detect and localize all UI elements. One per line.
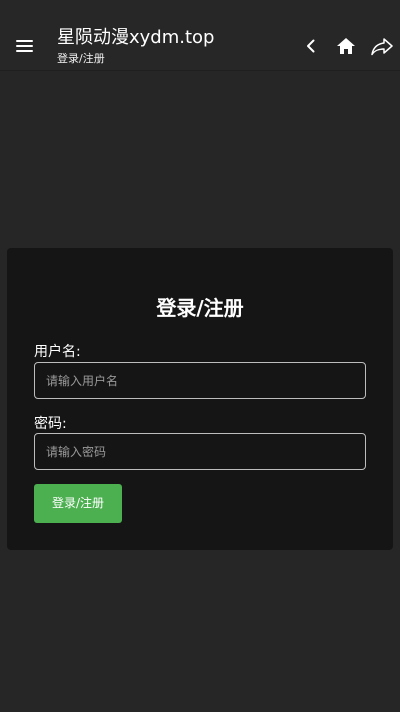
back-icon[interactable] [299, 34, 323, 58]
home-icon[interactable] [334, 34, 358, 58]
app-header: 星陨动漫xydm.top 登录/注册 [0, 0, 400, 71]
header-title-group: 星陨动漫xydm.top 登录/注册 [57, 26, 214, 67]
form-title: 登录/注册 [156, 296, 244, 320]
app-title: 星陨动漫xydm.top [57, 27, 215, 48]
password-input[interactable] [34, 433, 366, 470]
page-subtitle: 登录/注册 [57, 52, 105, 65]
username-label: 用户名: [34, 344, 81, 360]
share-icon[interactable] [369, 34, 393, 58]
menu-icon[interactable] [12, 30, 38, 62]
password-label: 密码: [34, 416, 67, 432]
username-input[interactable] [34, 362, 366, 399]
login-register-button[interactable]: 登录/注册 [34, 484, 122, 523]
